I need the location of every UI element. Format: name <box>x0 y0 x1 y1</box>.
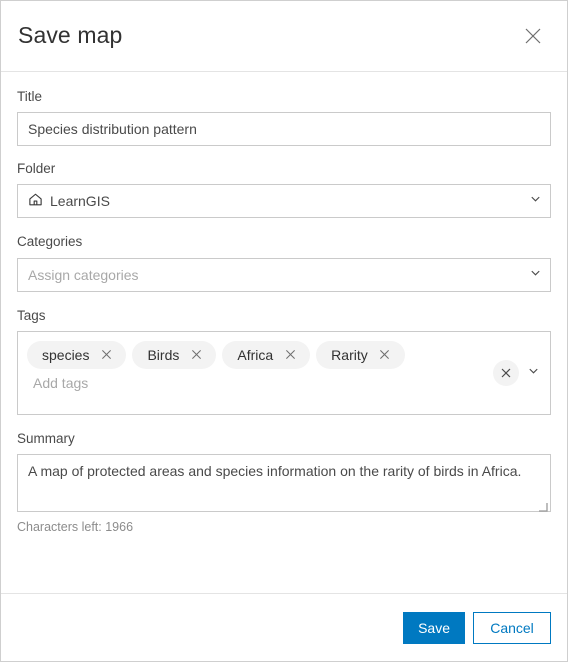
folder-select[interactable]: LearnGIS <box>17 184 551 219</box>
save-button[interactable]: Save <box>403 611 465 644</box>
folder-field-group: Folder LearnGIS <box>17 161 551 219</box>
folder-selected-value: LearnGIS <box>28 192 529 210</box>
dialog-header: Save map <box>1 1 567 72</box>
summary-field-group: Summary Characters left: 1966 <box>17 431 551 534</box>
chevron-down-icon[interactable] <box>527 364 540 382</box>
tag-chip-label: species <box>42 346 90 363</box>
categories-placeholder: Assign categories <box>28 266 139 283</box>
close-icon <box>524 27 542 45</box>
tag-chip[interactable]: Birds <box>132 340 217 369</box>
chevron-down-icon <box>529 266 542 284</box>
page-title: Save map <box>18 22 123 49</box>
close-button[interactable] <box>519 22 547 50</box>
tag-chip-list: species Birds Africa Rarity <box>27 340 489 369</box>
tag-remove-icon[interactable] <box>375 345 395 365</box>
tag-remove-icon[interactable] <box>186 345 206 365</box>
summary-label: Summary <box>17 430 75 446</box>
tag-chip-label: Africa <box>237 346 274 363</box>
dialog-footer: Save Cancel <box>1 593 567 661</box>
categories-select[interactable]: Assign categories <box>17 257 551 292</box>
tag-remove-icon[interactable] <box>96 345 116 365</box>
tag-chip[interactable]: species <box>27 340 127 369</box>
tag-chip[interactable]: Rarity <box>316 340 405 369</box>
categories-label: Categories <box>17 234 83 250</box>
chevron-down-icon <box>529 192 542 210</box>
title-label: Title <box>17 89 43 104</box>
categories-field-group: Categories Assign categories <box>17 234 551 292</box>
cancel-button[interactable]: Cancel <box>473 611 551 644</box>
home-icon <box>28 192 43 210</box>
summary-wrap <box>17 453 551 512</box>
add-tags-input[interactable] <box>27 370 449 393</box>
save-map-dialog: Save map Title Folder <box>0 0 568 662</box>
tags-main: species Birds Africa Rarity Add tags <box>18 332 489 399</box>
title-input[interactable] <box>17 112 551 147</box>
tags-actions <box>489 332 550 414</box>
tag-chip-label: Birds <box>147 346 180 363</box>
title-field-group: Title <box>17 89 551 147</box>
close-icon <box>500 367 512 379</box>
characters-left-text: Characters left: 1966 <box>17 519 134 534</box>
dialog-body: Title Folder LearnGIS <box>1 72 567 593</box>
tags-field[interactable]: species Birds Africa Rarity Add tags <box>17 330 551 415</box>
tag-chip[interactable]: Africa <box>222 340 311 369</box>
tags-label: Tags <box>17 307 46 323</box>
tag-remove-icon[interactable] <box>280 345 300 365</box>
folder-value-text: LearnGIS <box>50 193 110 210</box>
tags-field-group: Tags species Birds Africa Rarity Add tag… <box>17 308 551 415</box>
summary-textarea[interactable] <box>17 453 551 512</box>
folder-label: Folder <box>17 161 56 177</box>
clear-tags-button[interactable] <box>493 359 519 386</box>
tag-chip-label: Rarity <box>331 346 368 363</box>
